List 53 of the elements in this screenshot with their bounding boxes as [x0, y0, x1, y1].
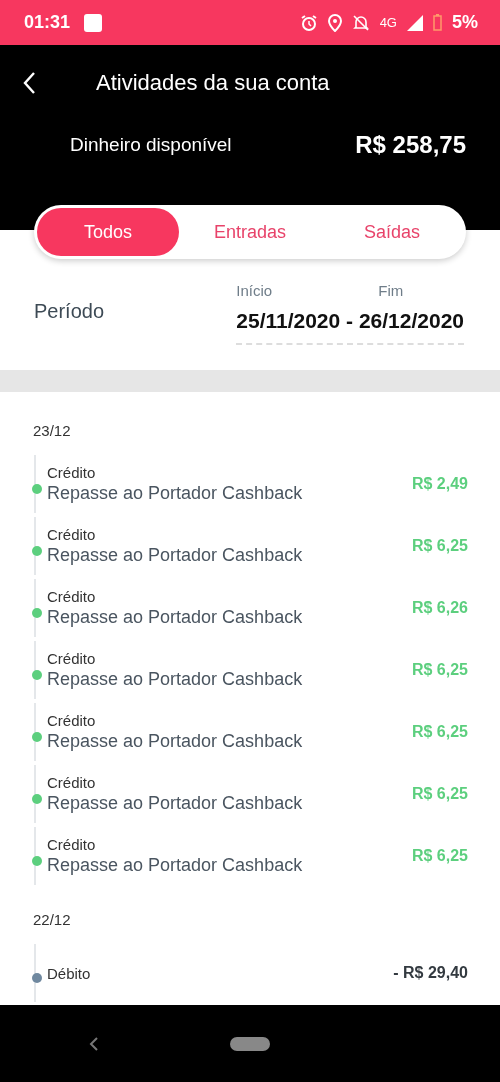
timeline-dot — [32, 973, 42, 983]
timeline-dot — [32, 794, 42, 804]
transaction-type: Crédito — [47, 712, 97, 729]
end-label: Fim — [378, 282, 404, 299]
transaction-description: Repasse ao Portador Cashback — [47, 731, 303, 752]
filter-tab[interactable]: Todos — [37, 208, 179, 256]
transaction-type: Crédito — [47, 464, 97, 481]
alarm-icon — [299, 13, 318, 32]
transaction-amount: R$ 6,25 — [411, 785, 468, 803]
home-handle[interactable] — [230, 1036, 270, 1051]
date-heading: 22/12 — [32, 910, 72, 930]
filter-tab[interactable]: Saídas — [321, 208, 463, 256]
transaction-amount: R$ 6,25 — [411, 537, 468, 555]
battery-icon — [433, 14, 442, 31]
transaction-amount: R$ 6,25 — [411, 847, 468, 865]
timeline-dot — [32, 670, 42, 680]
transaction-description: Repasse ao Portador Cashback — [47, 545, 303, 566]
transaction-amount: R$ 6,25 — [411, 723, 468, 741]
transaction-amount: R$ 6,26 — [411, 599, 468, 617]
timeline-dot — [32, 546, 42, 556]
period-label: Período — [34, 300, 105, 323]
mute-icon — [351, 13, 370, 32]
page-title: Atividades da sua conta — [96, 69, 330, 96]
transaction-type: Crédito — [47, 588, 97, 605]
transaction-type: Crédito — [47, 650, 97, 667]
balance-value: R$ 258,75 — [355, 131, 466, 159]
clock: 01:31 — [24, 12, 71, 33]
transaction-type: Crédito — [47, 774, 97, 791]
transaction-description: Repasse ao Portador Cashback — [47, 855, 303, 876]
network-label: 4G — [379, 15, 397, 30]
transaction-amount: R$ 6,25 — [411, 661, 468, 679]
notification-icon — [84, 13, 103, 32]
balance-label: Dinheiro disponível — [70, 134, 232, 156]
transaction-description: Repasse ao Portador Cashback — [47, 607, 303, 628]
date-range-field[interactable]: 25/11/2020 - 26/12/2020 — [236, 309, 464, 345]
timeline-dot — [32, 856, 42, 866]
signal-icon — [407, 14, 423, 31]
location-icon — [327, 13, 342, 32]
timeline-dot — [32, 732, 42, 742]
transaction-type: Crédito — [47, 526, 97, 543]
transaction-description: Repasse ao Portador Cashback — [47, 669, 303, 690]
transaction-amount: R$ 2,49 — [411, 475, 468, 493]
transaction-type: Débito — [47, 964, 91, 982]
filter-tab[interactable]: Entradas — [179, 208, 321, 256]
transaction-type: Crédito — [47, 836, 97, 853]
transaction-description: Repasse ao Portador Cashback — [47, 483, 303, 504]
battery-level: 5% — [452, 12, 478, 33]
transaction-amount: - R$ 29,40 — [393, 964, 468, 982]
transaction-description: Repasse ao Portador Cashback — [47, 793, 303, 814]
date-heading: 23/12 — [32, 421, 72, 441]
timeline-dot — [32, 484, 42, 494]
start-label: Início — [236, 282, 274, 299]
timeline-dot — [32, 608, 42, 618]
